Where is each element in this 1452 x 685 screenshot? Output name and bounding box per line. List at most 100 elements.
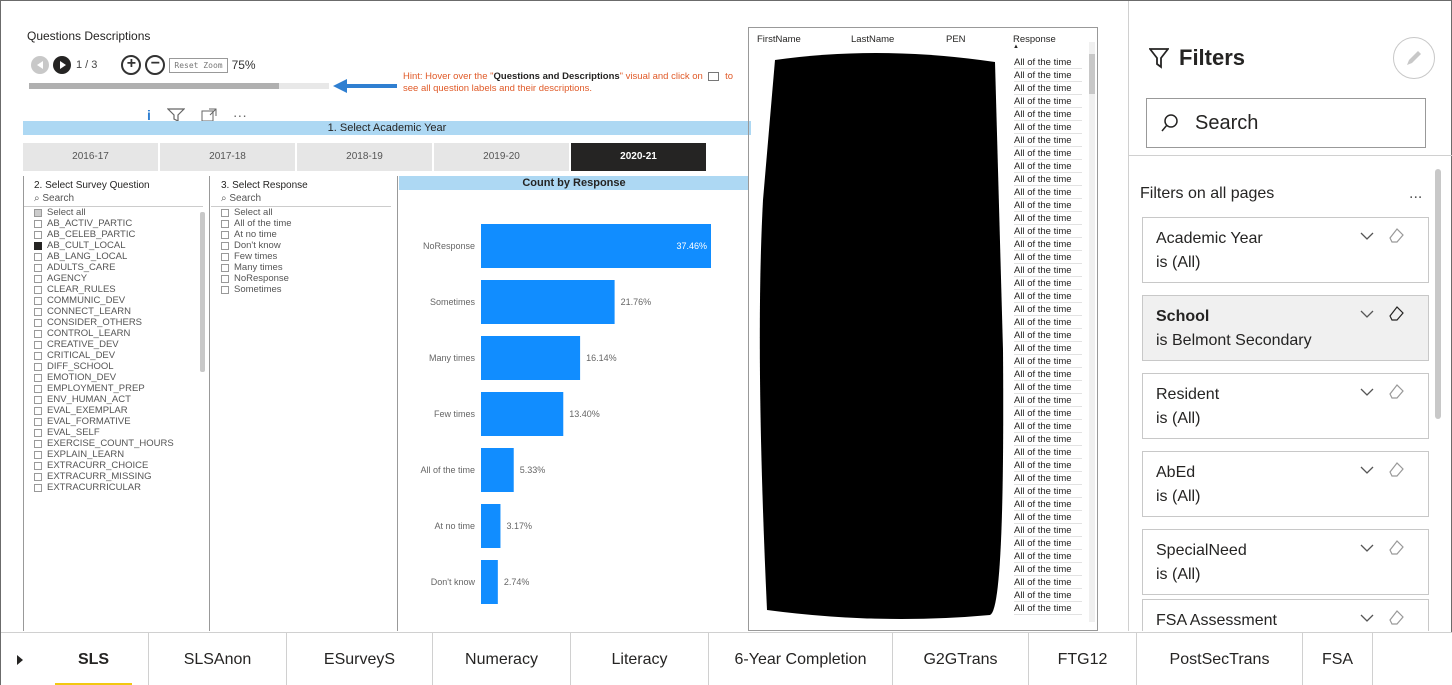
checkbox[interactable] bbox=[34, 230, 42, 239]
checkbox[interactable] bbox=[34, 241, 42, 250]
scrollbar-thumb[interactable] bbox=[29, 83, 279, 89]
year-button-selected[interactable]: 2020-21 bbox=[571, 143, 706, 171]
checkbox[interactable] bbox=[34, 208, 42, 217]
chevron-down-icon[interactable] bbox=[1359, 610, 1375, 626]
column-header[interactable]: Response bbox=[1013, 34, 1056, 45]
page-tab[interactable]: FSA bbox=[1303, 633, 1373, 685]
column-header[interactable]: FirstName bbox=[757, 34, 801, 45]
zoom-out-button[interactable]: − bbox=[145, 55, 166, 75]
year-button[interactable]: 2016-17 bbox=[23, 143, 158, 171]
checkbox[interactable] bbox=[34, 252, 42, 261]
filter-card[interactable]: FSA Assessment bbox=[1142, 599, 1429, 631]
list-item[interactable]: EMPLOYMENT_PREP bbox=[24, 383, 209, 394]
bar[interactable] bbox=[481, 560, 498, 604]
checkbox[interactable] bbox=[34, 395, 42, 404]
list-item[interactable]: NoResponse bbox=[211, 273, 397, 284]
bar[interactable] bbox=[481, 448, 514, 492]
eraser-icon[interactable] bbox=[1387, 382, 1405, 400]
previous-page-button[interactable] bbox=[31, 56, 49, 74]
eraser-icon[interactable] bbox=[1387, 460, 1405, 478]
list-item[interactable]: Few times bbox=[211, 251, 397, 262]
checkbox[interactable] bbox=[34, 329, 42, 338]
filter-card[interactable]: SpecialNeed is (All) bbox=[1142, 529, 1429, 595]
bar[interactable] bbox=[481, 504, 501, 548]
checkbox[interactable] bbox=[34, 417, 42, 426]
page-tab[interactable]: PostSecTrans bbox=[1137, 633, 1303, 685]
bar[interactable] bbox=[481, 280, 615, 324]
checkbox[interactable] bbox=[34, 406, 42, 415]
checkbox[interactable] bbox=[34, 362, 42, 371]
filter-card[interactable]: AbEd is (All) bbox=[1142, 451, 1429, 517]
list-item[interactable]: EXTRACURR_MISSING bbox=[24, 471, 209, 482]
checkbox[interactable] bbox=[34, 461, 42, 470]
column-header[interactable]: LastName bbox=[851, 34, 894, 45]
checkbox[interactable] bbox=[34, 373, 42, 382]
page-tab[interactable]: SLS bbox=[39, 633, 149, 685]
checkbox[interactable] bbox=[221, 208, 229, 217]
edit-filters-button[interactable] bbox=[1393, 37, 1435, 79]
tab-nav-icon[interactable] bbox=[1, 633, 39, 685]
checkbox[interactable] bbox=[221, 274, 229, 283]
more-options-icon[interactable]: ... bbox=[1409, 185, 1422, 203]
column-header[interactable]: PEN bbox=[946, 34, 966, 45]
eraser-icon[interactable] bbox=[1387, 226, 1405, 244]
checkbox[interactable] bbox=[34, 472, 42, 481]
list-item[interactable]: CONTROL_LEARN bbox=[24, 328, 209, 339]
scrollbar-thumb[interactable] bbox=[1089, 54, 1095, 94]
page-tab[interactable]: 6-Year Completion bbox=[709, 633, 893, 685]
chevron-down-icon[interactable] bbox=[1359, 228, 1375, 244]
checkbox[interactable] bbox=[34, 318, 42, 327]
list-item[interactable]: CLEAR_RULES bbox=[24, 284, 209, 295]
survey-question-search[interactable]: ⌕ Search bbox=[24, 191, 203, 207]
page-tab[interactable]: Literacy bbox=[571, 633, 709, 685]
zoom-in-button[interactable]: + bbox=[121, 55, 142, 75]
list-item[interactable]: At no time bbox=[211, 229, 397, 240]
checkbox[interactable] bbox=[34, 274, 42, 283]
list-item[interactable]: EVAL_EXEMPLAR bbox=[24, 405, 209, 416]
checkbox[interactable] bbox=[221, 241, 229, 250]
eraser-icon[interactable] bbox=[1387, 304, 1405, 322]
checkbox[interactable] bbox=[34, 483, 42, 492]
list-item[interactable]: Sometimes bbox=[211, 284, 397, 295]
list-item[interactable]: Select all bbox=[211, 207, 397, 218]
filters-search-input[interactable]: Search bbox=[1146, 98, 1426, 148]
year-button[interactable]: 2017-18 bbox=[160, 143, 295, 171]
list-item[interactable]: EVAL_SELF bbox=[24, 427, 209, 438]
checkbox[interactable] bbox=[34, 450, 42, 459]
list-item[interactable]: ENV_HUMAN_ACT bbox=[24, 394, 209, 405]
bar[interactable] bbox=[481, 336, 581, 380]
page-tab[interactable]: ESurveyS bbox=[287, 633, 433, 685]
list-item[interactable]: COMMUNIC_DEV bbox=[24, 295, 209, 306]
checkbox[interactable] bbox=[34, 296, 42, 305]
list-item[interactable]: Many times bbox=[211, 262, 397, 273]
list-item[interactable]: Select all bbox=[24, 207, 209, 218]
checkbox[interactable] bbox=[34, 428, 42, 437]
year-button[interactable]: 2018-19 bbox=[297, 143, 432, 171]
table-scrollbar[interactable] bbox=[1089, 42, 1095, 622]
list-item[interactable]: AB_CELEB_PARTIC bbox=[24, 229, 209, 240]
reset-zoom-button[interactable]: Reset Zoom bbox=[169, 57, 228, 73]
checkbox[interactable] bbox=[221, 219, 229, 228]
page-tab[interactable]: G2GTrans bbox=[893, 633, 1029, 685]
list-item[interactable]: EXTRACURRICULAR bbox=[24, 482, 209, 493]
checkbox[interactable] bbox=[34, 219, 42, 228]
checkbox[interactable] bbox=[221, 263, 229, 272]
filter-card[interactable]: Resident is (All) bbox=[1142, 373, 1429, 439]
list-item[interactable]: EMOTION_DEV bbox=[24, 372, 209, 383]
chevron-down-icon[interactable] bbox=[1359, 306, 1375, 322]
horizontal-scrollbar[interactable] bbox=[29, 83, 329, 89]
bar[interactable] bbox=[481, 392, 564, 436]
list-item[interactable]: AB_CULT_LOCAL bbox=[24, 240, 209, 251]
chevron-down-icon[interactable] bbox=[1359, 462, 1375, 478]
checkbox[interactable] bbox=[34, 384, 42, 393]
checkbox[interactable] bbox=[34, 340, 42, 349]
list-item[interactable]: CONSIDER_OTHERS bbox=[24, 317, 209, 328]
eraser-icon[interactable] bbox=[1387, 608, 1405, 626]
scrollbar[interactable] bbox=[200, 212, 205, 372]
response-search[interactable]: ⌕ Search bbox=[211, 191, 391, 207]
list-item[interactable]: EVAL_FORMATIVE bbox=[24, 416, 209, 427]
checkbox[interactable] bbox=[34, 307, 42, 316]
page-tab[interactable]: SLSAnon bbox=[149, 633, 287, 685]
list-item[interactable]: EXTRACURR_CHOICE bbox=[24, 460, 209, 471]
list-item[interactable]: AB_LANG_LOCAL bbox=[24, 251, 209, 262]
